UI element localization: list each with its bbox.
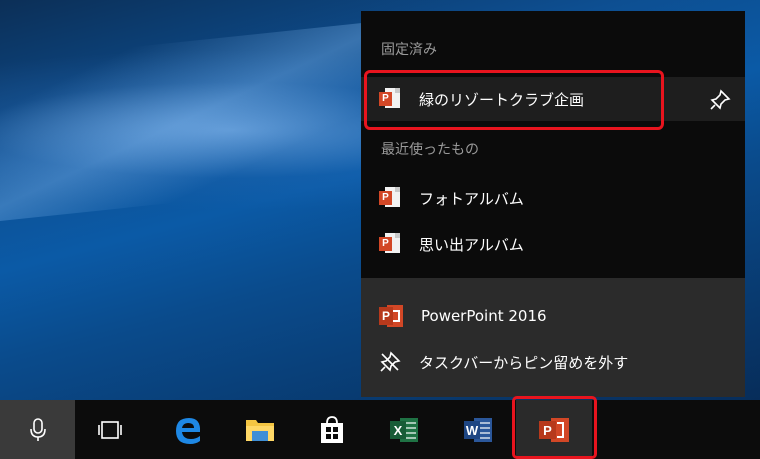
svg-text:W: W — [466, 423, 479, 438]
recent-item-label: フォトアルバム — [419, 189, 524, 208]
jump-list: 固定済み P 緑のリゾートクラブ企画 最近使ったもの P フォトアルバム P 思… — [361, 11, 745, 397]
cortana-mic-button[interactable] — [0, 400, 75, 459]
task-label: タスクバーからピン留めを外す — [419, 353, 629, 372]
recent-section-title: 最近使ったもの — [381, 142, 479, 158]
edge-button[interactable] — [158, 400, 218, 459]
pinned-item-highlight-box — [364, 70, 664, 130]
powerpoint-file-icon: P — [379, 187, 401, 209]
task-unpin-from-taskbar[interactable]: タスクバーからピン留めを外す — [361, 340, 745, 384]
svg-text:X: X — [394, 423, 403, 438]
file-explorer-button[interactable] — [230, 400, 290, 459]
task-view-button[interactable] — [80, 400, 140, 459]
word-button[interactable]: W — [448, 400, 508, 459]
taskbar-powerpoint-highlight-box — [512, 396, 597, 459]
taskbar: X W P — [0, 400, 760, 459]
folder-icon — [246, 419, 274, 441]
task-view-icon — [98, 420, 122, 439]
recent-item-photo-album[interactable]: P フォトアルバム — [361, 176, 745, 220]
task-label: PowerPoint 2016 — [421, 307, 547, 325]
store-button[interactable] — [302, 400, 362, 459]
task-open-powerpoint[interactable]: P PowerPoint 2016 — [361, 294, 745, 338]
microphone-icon — [29, 417, 46, 441]
word-icon: W — [464, 417, 492, 442]
store-icon — [321, 415, 343, 443]
pin-icon[interactable] — [709, 89, 731, 111]
recent-item-memories-album[interactable]: P 思い出アルバム — [361, 222, 745, 266]
powerpoint-app-icon: P — [379, 305, 403, 327]
excel-button[interactable]: X — [374, 400, 434, 459]
pinned-section-title: 固定済み — [381, 42, 437, 58]
powerpoint-file-icon: P — [379, 233, 401, 255]
recent-item-label: 思い出アルバム — [419, 235, 524, 254]
unpin-icon — [380, 351, 401, 372]
edge-icon — [176, 417, 201, 444]
excel-icon: X — [390, 417, 418, 442]
